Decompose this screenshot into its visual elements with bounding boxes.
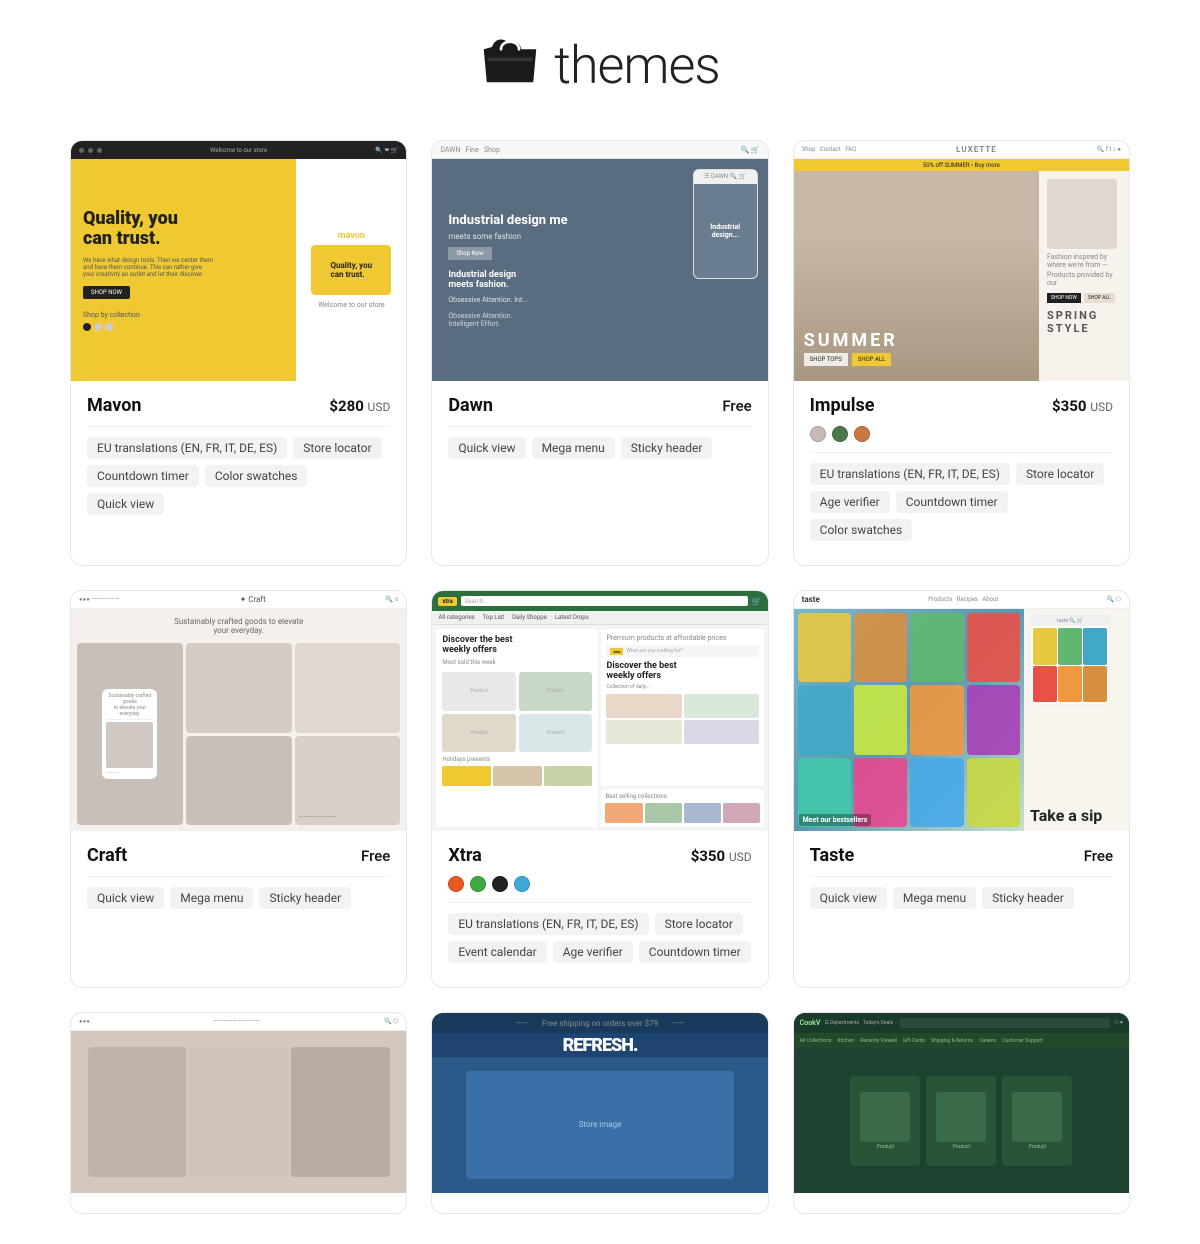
mavon-tags-1: EU translations (EN, FR, IT, DE, ES) Sto… xyxy=(87,437,390,459)
impulse-price: $350 USD xyxy=(1052,397,1113,415)
swatch[interactable] xyxy=(448,876,464,892)
xtra-info: Xtra $350 USD EU translations (EN, FR, I… xyxy=(432,831,767,967)
theme-card-bottom2[interactable]: —— Free shipping on orders over $79 —— R… xyxy=(431,1012,768,1214)
taste-info: Taste Free Quick view Mega menu Sticky h… xyxy=(794,831,1129,913)
swatch[interactable] xyxy=(854,426,870,442)
xtra-name: Xtra xyxy=(448,845,481,866)
page-wrapper: themes Welcome to our store 🔍 ❤ 🛒 Qualit… xyxy=(50,0,1150,1244)
header-title: themes xyxy=(554,35,720,96)
tag: Color swatches xyxy=(205,465,308,487)
mavon-info: Mavon $280 USD EU translations (EN, FR, … xyxy=(71,381,406,519)
theme-card-dawn[interactable]: DAWN Fine Shop 🔍 🛒 Industrial design me … xyxy=(431,140,768,566)
xtra-tags-2: Event calendar Age verifier Countdown ti… xyxy=(448,941,751,963)
tag: Quick view xyxy=(87,493,164,515)
craft-price: Free xyxy=(361,847,390,865)
bottom2-preview: —— Free shipping on orders over $79 —— R… xyxy=(432,1013,767,1193)
craft-tags: Quick view Mega menu Sticky header xyxy=(87,887,390,909)
xtra-price: $350 USD xyxy=(691,847,752,865)
tag: Store locator xyxy=(655,913,743,935)
tag: Countdown timer xyxy=(896,491,1008,513)
swatch[interactable] xyxy=(810,426,826,442)
taste-name: Taste xyxy=(810,845,855,866)
tag: Color swatches xyxy=(810,519,913,541)
themes-grid: Welcome to our store 🔍 ❤ 🛒 Quality, youc… xyxy=(70,140,1130,1214)
dawn-preview: DAWN Fine Shop 🔍 🛒 Industrial design me … xyxy=(432,141,767,381)
tag: Sticky header xyxy=(621,437,713,459)
theme-card-bottom1[interactable]: ●●● —————————— 🔍 ⬡ xyxy=(70,1012,407,1214)
swatch[interactable] xyxy=(492,876,508,892)
mavon-price: $280 USD xyxy=(329,397,390,415)
tag: Sticky header xyxy=(982,887,1074,909)
theme-card-mavon[interactable]: Welcome to our store 🔍 ❤ 🛒 Quality, youc… xyxy=(70,140,407,566)
tag: Sticky header xyxy=(259,887,351,909)
taste-tags: Quick view Mega menu Sticky header xyxy=(810,887,1113,909)
impulse-tags-2: Age verifier Countdown timer Color swatc… xyxy=(810,491,1113,541)
tag: Age verifier xyxy=(810,491,890,513)
theme-card-xtra[interactable]: xtra Search... 🛒 All categoriesTop ListD… xyxy=(431,590,768,988)
tag: Quick view xyxy=(448,437,525,459)
xtra-swatches xyxy=(448,876,751,892)
tag: EU translations (EN, FR, IT, DE, ES) xyxy=(87,437,287,459)
dawn-price: Free xyxy=(722,397,751,415)
tag: Store locator xyxy=(1016,463,1104,485)
impulse-tags-1: EU translations (EN, FR, IT, DE, ES) Sto… xyxy=(810,463,1113,485)
craft-preview: ●●● —————— ✦ Craft 🔍 ≡ Sustainably craft… xyxy=(71,591,406,831)
impulse-swatches xyxy=(810,426,1113,442)
tag: Mega menu xyxy=(893,887,976,909)
taste-preview: taste Products Recipes About 🔍 ⬡ xyxy=(794,591,1129,831)
tag: Quick view xyxy=(810,887,887,909)
mavon-preview: Welcome to our store 🔍 ❤ 🛒 Quality, youc… xyxy=(71,141,406,381)
tag: Store locator xyxy=(293,437,381,459)
swatch[interactable] xyxy=(514,876,530,892)
mavon-tags-2: Countdown timer Color swatches Quick vie… xyxy=(87,465,390,515)
tag: Countdown timer xyxy=(87,465,199,487)
theme-card-impulse[interactable]: Shop Contact FAQ LUXETTE 🔍 f t ♪ ● 50% o… xyxy=(793,140,1130,566)
bottom1-preview: ●●● —————————— 🔍 ⬡ xyxy=(71,1013,406,1193)
craft-info: Craft Free Quick view Mega menu Sticky h… xyxy=(71,831,406,913)
impulse-preview: Shop Contact FAQ LUXETTE 🔍 f t ♪ ● 50% o… xyxy=(794,141,1129,381)
mavon-name: Mavon xyxy=(87,395,142,416)
theme-card-taste[interactable]: taste Products Recipes About 🔍 ⬡ xyxy=(793,590,1130,988)
tag: EU translations (EN, FR, IT, DE, ES) xyxy=(448,913,648,935)
tag: Age verifier xyxy=(553,941,633,963)
tag: Mega menu xyxy=(532,437,615,459)
swatch[interactable] xyxy=(832,426,848,442)
bottom3-preview: CookV ☰ Departments Today's Deals ⬡ ♥ Al… xyxy=(794,1013,1129,1193)
theme-card-craft[interactable]: ●●● —————— ✦ Craft 🔍 ≡ Sustainably craft… xyxy=(70,590,407,988)
swatch[interactable] xyxy=(470,876,486,892)
taste-price: Free xyxy=(1084,847,1113,865)
tag: Event calendar xyxy=(448,941,546,963)
tag: Quick view xyxy=(87,887,164,909)
header: themes xyxy=(70,30,1130,100)
tag: EU translations (EN, FR, IT, DE, ES) xyxy=(810,463,1010,485)
tag: Mega menu xyxy=(170,887,253,909)
tag: Countdown timer xyxy=(639,941,751,963)
impulse-info: Impulse $350 USD EU translations (EN, FR… xyxy=(794,381,1129,545)
dawn-tags: Quick view Mega menu Sticky header xyxy=(448,437,751,459)
xtra-tags-1: EU translations (EN, FR, IT, DE, ES) Sto… xyxy=(448,913,751,935)
dawn-name: Dawn xyxy=(448,395,493,416)
theme-card-bottom3[interactable]: CookV ☰ Departments Today's Deals ⬡ ♥ Al… xyxy=(793,1012,1130,1214)
xtra-preview: xtra Search... 🛒 All categoriesTop ListD… xyxy=(432,591,767,831)
dawn-info: Dawn Free Quick view Mega menu Sticky he… xyxy=(432,381,767,463)
shopify-bag-logo xyxy=(480,30,540,100)
impulse-name: Impulse xyxy=(810,395,875,416)
craft-name: Craft xyxy=(87,845,127,866)
